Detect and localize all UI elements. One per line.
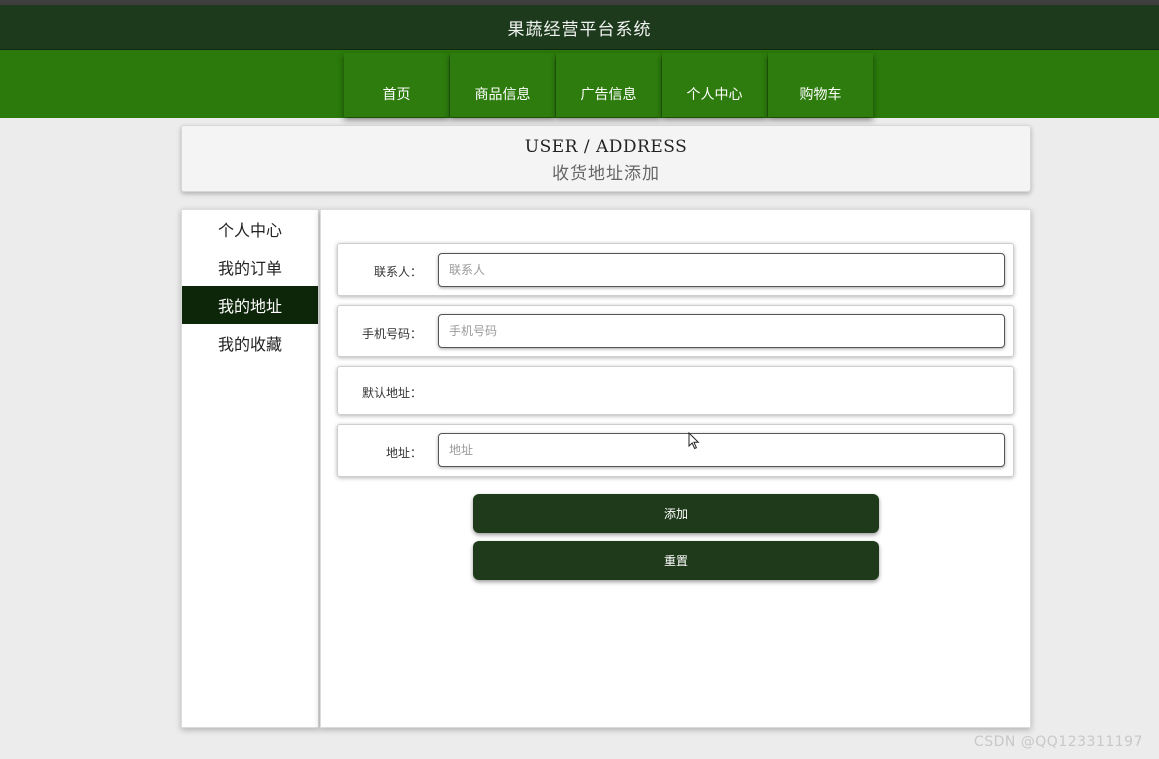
mouse-pointer-icon xyxy=(688,432,700,450)
site-title: 果蔬经营平台系统 xyxy=(507,19,652,40)
reset-button[interactable]: 重置 xyxy=(473,541,879,580)
user-sidebar: 个人中心 我的订单 我的地址 我的收藏 xyxy=(181,209,319,728)
default-address-row: 默认地址： xyxy=(337,366,1014,415)
watermark-text: CSDN @QQ123311197 xyxy=(973,734,1143,750)
nav-item-home[interactable]: 首页 xyxy=(344,53,449,117)
site-title-bar: 果蔬经营平台系统 xyxy=(0,5,1159,50)
page-header-card: USER / ADDRESS 收货地址添加 xyxy=(181,125,1031,192)
address-label: 地址： xyxy=(385,446,422,460)
phone-input[interactable] xyxy=(438,314,1005,348)
sidebar-item-personal-center[interactable]: 个人中心 xyxy=(182,210,318,248)
page-title-en: USER / ADDRESS xyxy=(524,137,688,157)
nav-item-ads[interactable]: 广告信息 xyxy=(556,53,661,117)
nav-items: 首页 商品信息 广告信息 个人中心 购物车 xyxy=(344,53,874,117)
sidebar-item-my-orders[interactable]: 我的订单 xyxy=(182,248,318,286)
sidebar-item-my-address[interactable]: 我的地址 xyxy=(182,286,318,324)
contact-input[interactable] xyxy=(438,253,1005,287)
sidebar-item-my-favorites[interactable]: 我的收藏 xyxy=(182,324,318,362)
phone-row: 手机号码： xyxy=(337,305,1014,357)
contact-label: 联系人： xyxy=(373,265,422,279)
nav-item-products[interactable]: 商品信息 xyxy=(450,53,555,117)
main-nav: 首页 商品信息 广告信息 个人中心 购物车 xyxy=(0,50,1159,118)
address-input[interactable] xyxy=(438,433,1005,467)
nav-item-cart[interactable]: 购物车 xyxy=(768,53,873,117)
contact-row: 联系人： xyxy=(337,243,1014,296)
phone-label: 手机号码： xyxy=(361,327,422,341)
page-title-zh: 收货地址添加 xyxy=(552,164,660,184)
add-button[interactable]: 添加 xyxy=(473,494,879,533)
address-row: 地址： xyxy=(337,424,1014,477)
address-form-panel: 联系人： 手机号码： 默认地址： 地址： 添加 重置 xyxy=(320,209,1031,728)
default-address-label: 默认地址： xyxy=(361,386,422,400)
nav-item-personal-center[interactable]: 个人中心 xyxy=(662,53,767,117)
